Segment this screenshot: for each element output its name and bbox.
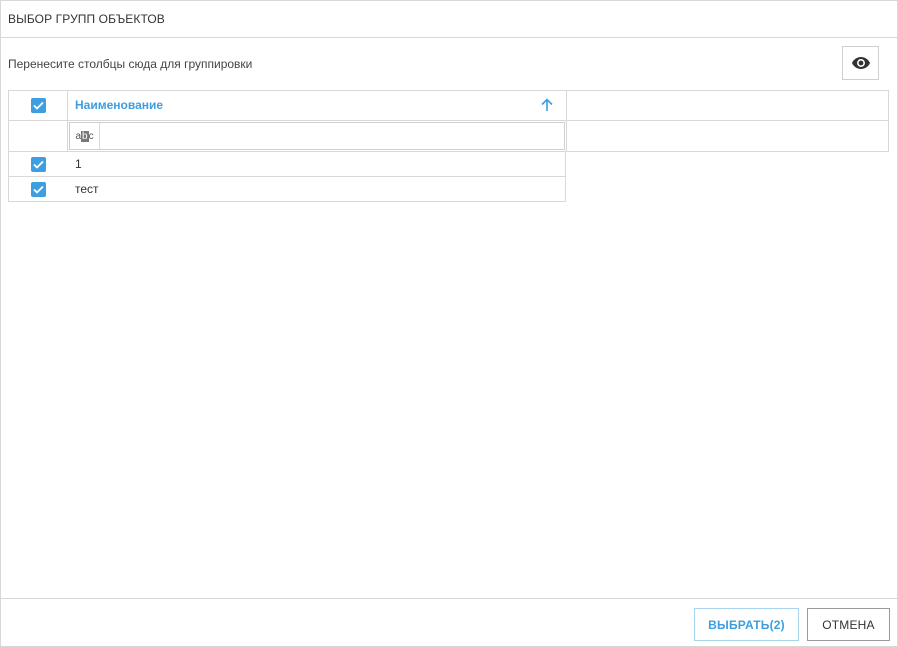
dialog-footer: ВЫБРАТЬ(2) ОТМЕНА <box>1 598 897 647</box>
checkmark-icon <box>32 101 44 110</box>
grid-filter-row: abc <box>9 120 888 151</box>
table-row[interactable]: 1 <box>8 152 566 177</box>
filter-editor: abc <box>69 122 565 150</box>
select-groups-dialog: ВЫБОР ГРУПП ОБЪЕКТОВ Перенесите столбцы … <box>0 0 898 647</box>
row-checkbox[interactable] <box>30 181 46 197</box>
row-select-cell <box>9 177 67 201</box>
filter-operation-button[interactable]: abc <box>70 123 100 149</box>
text-filter-icon-c: c <box>88 130 94 142</box>
grid-header: Наименование abc <box>8 90 889 152</box>
column-header-name[interactable]: Наименование <box>67 91 567 120</box>
row-select-cell <box>9 152 67 176</box>
eye-icon <box>851 57 870 69</box>
row-name-cell: 1 <box>75 157 82 171</box>
grid-body: 1 тест <box>8 152 566 202</box>
text-filter-icon-b: b <box>81 130 89 142</box>
column-header-title: Наименование <box>75 98 164 112</box>
dialog-title: ВЫБОР ГРУПП ОБЪЕКТОВ <box>8 12 165 26</box>
cancel-button[interactable]: ОТМЕНА <box>807 608 890 641</box>
table-row[interactable]: тест <box>8 177 566 202</box>
arrow-up-icon[interactable] <box>540 98 554 112</box>
column-chooser-button[interactable] <box>842 46 879 80</box>
filter-name-cell: abc <box>67 120 567 151</box>
select-all-checkbox[interactable] <box>30 98 46 113</box>
row-checkbox[interactable] <box>30 156 46 172</box>
select-all-cell <box>9 91 68 120</box>
name-filter-input[interactable] <box>100 123 564 149</box>
filter-select-cell <box>9 120 68 151</box>
row-name-cell: тест <box>75 182 99 196</box>
checkmark-icon <box>32 160 44 169</box>
dialog-title-bar: ВЫБОР ГРУПП ОБЪЕКТОВ <box>1 1 897 38</box>
select-button[interactable]: ВЫБРАТЬ(2) <box>694 608 799 641</box>
group-panel-hint[interactable]: Перенесите столбцы сюда для группировки <box>8 57 252 71</box>
checkmark-icon <box>32 185 44 194</box>
grid-header-row: Наименование <box>9 91 888 121</box>
